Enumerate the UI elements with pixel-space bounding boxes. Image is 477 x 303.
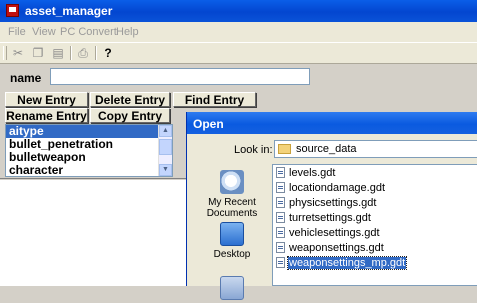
file-item[interactable]: levels.gdt [276, 167, 336, 180]
toolbar: ✂ ❐ ▤ ⎙ ? [0, 42, 477, 64]
file-item[interactable]: weaponsettings.gdt [276, 242, 385, 255]
look-in-label: Look in: [234, 144, 273, 156]
gdt-file-icon [276, 197, 285, 208]
file-name: vehiclesettings.gdt [289, 227, 380, 239]
file-item[interactable]: vehiclesettings.gdt [276, 227, 381, 240]
gdt-file-icon [276, 257, 285, 268]
menu-view[interactable]: View [32, 26, 56, 38]
copy-entry-button[interactable]: Copy Entry [90, 108, 170, 123]
scroll-thumb[interactable] [159, 139, 172, 155]
folder-icon [278, 144, 291, 154]
scroll-down-icon[interactable]: ▼ [159, 164, 172, 176]
toolbar-grip[interactable] [3, 46, 7, 60]
name-input[interactable] [50, 68, 310, 85]
list-scrollbar[interactable]: ▲ ▼ [158, 125, 172, 176]
recent-documents-icon [220, 170, 244, 194]
file-name: weaponsettings.gdt [289, 242, 384, 254]
look-in-value: source_data [296, 143, 357, 155]
place-label: Desktop [213, 249, 251, 260]
place-my-documents[interactable] [195, 276, 269, 303]
content-area [0, 180, 186, 286]
gdt-file-icon [276, 227, 285, 238]
menu-pc-convert[interactable]: PC Convert [60, 26, 117, 38]
window-title: asset_manager [25, 4, 113, 18]
copy-icon[interactable]: ❐ [30, 45, 46, 61]
desktop-icon [220, 222, 244, 246]
gdt-file-icon [276, 242, 285, 253]
place-my-recent-documents[interactable]: My Recent Documents [195, 170, 269, 219]
documents-icon [220, 276, 244, 300]
name-label: name [10, 71, 42, 85]
file-item[interactable]: weaponsettings_mp.gdt [276, 256, 408, 270]
file-name: levels.gdt [289, 167, 336, 179]
list-item[interactable]: character [6, 164, 172, 177]
paste-icon[interactable]: ▤ [50, 45, 66, 61]
place-label: My Recent Documents [206, 197, 258, 219]
place-desktop[interactable]: Desktop [195, 222, 269, 260]
file-item[interactable]: locationdamage.gdt [276, 182, 386, 195]
open-dialog: Open Look in: source_data My Recent Docu… [186, 112, 477, 300]
look-in-dropdown[interactable]: source_data [274, 140, 477, 158]
file-item[interactable]: turretsettings.gdt [276, 212, 372, 225]
title-bar[interactable]: asset_manager [0, 0, 477, 22]
delete-entry-button[interactable]: Delete Entry [90, 92, 170, 107]
divider [0, 178, 186, 179]
new-entry-button[interactable]: New Entry [5, 92, 88, 107]
dialog-title-bar[interactable]: Open [187, 112, 477, 134]
cut-icon[interactable]: ✂ [10, 45, 26, 61]
places-bar: My Recent Documents Desktop [195, 164, 269, 300]
scroll-up-icon[interactable]: ▲ [159, 125, 172, 137]
file-name: weaponsettings_mp.gdt [286, 256, 408, 270]
entry-list[interactable]: aitype bullet_penetration bulletweapon c… [5, 124, 173, 177]
dialog-title: Open [193, 117, 224, 131]
gdt-file-icon [276, 212, 285, 223]
rename-entry-button[interactable]: Rename Entry [5, 108, 88, 123]
help-icon[interactable]: ? [100, 45, 116, 61]
find-entry-button[interactable]: Find Entry [173, 92, 256, 107]
gdt-file-icon [276, 167, 285, 178]
file-name: locationdamage.gdt [289, 182, 386, 194]
toolbar-separator [70, 46, 72, 60]
app-icon[interactable] [6, 4, 19, 17]
print-icon[interactable]: ⎙ [75, 45, 91, 61]
file-name: turretsettings.gdt [289, 212, 371, 224]
gdt-file-icon [276, 182, 285, 193]
file-name: physicsettings.gdt [289, 197, 377, 209]
menu-bar: File View PC Convert Help [0, 22, 477, 42]
toolbar-separator [95, 46, 97, 60]
file-item[interactable]: physicsettings.gdt [276, 197, 377, 210]
menu-file[interactable]: File [8, 26, 26, 38]
file-list[interactable]: levels.gdt locationdamage.gdt physicsett… [272, 164, 477, 286]
menu-help[interactable]: Help [116, 26, 139, 38]
